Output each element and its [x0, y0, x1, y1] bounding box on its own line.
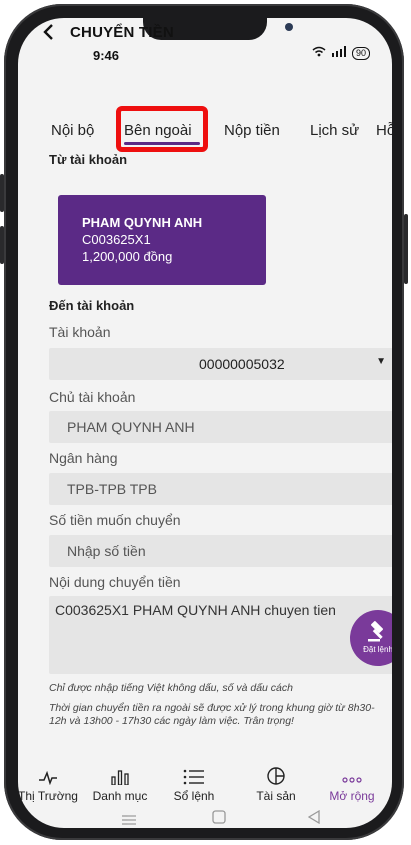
nav-so-lenh-label: Sổ lệnh — [173, 789, 215, 803]
tab-lich-su[interactable]: Lịch sử — [310, 122, 359, 139]
nav-so-lenh[interactable]: Sổ lệnh — [154, 763, 234, 803]
camera — [285, 23, 293, 31]
nav-danh-muc[interactable]: Danh mục — [80, 763, 160, 803]
nav-tai-san-label: Tài sản — [256, 789, 296, 803]
account-label: Tài khoản — [49, 324, 111, 340]
battery-icon: 90 — [351, 46, 370, 60]
status-time: 9:46 — [93, 48, 120, 63]
phone-frame: 9:46 90 CHUYỂN TIỀN Nội bộ Bên ngoài Nộp… — [0, 4, 408, 840]
place-order-label: Đặt lệnh — [363, 645, 392, 654]
from-account-label: Từ tài khoản — [49, 152, 128, 167]
bank-label: Ngân hàng — [49, 450, 118, 466]
power-button — [404, 214, 408, 284]
pulse-icon — [18, 763, 88, 785]
menu-icon[interactable] — [122, 812, 136, 828]
volume-button — [0, 174, 4, 212]
card-account-number: C003625X1 — [82, 232, 151, 247]
bank-field: TPB-TPB TPB — [49, 473, 392, 505]
tab-ho-tro[interactable]: Hỗ — [376, 122, 392, 139]
nav-mo-rong[interactable]: Mở rộng — [312, 763, 392, 803]
account-select[interactable]: 00000005032 ▼ — [49, 348, 392, 380]
content-value: C003625X1 PHAM QUYNH ANH chuyen tien — [55, 602, 336, 618]
page-title: CHUYỂN TIỀN — [70, 24, 174, 41]
to-account-label: Đến tài khoản — [49, 298, 135, 313]
tab-nop-tien[interactable]: Nộp tiền — [224, 122, 280, 139]
home-icon[interactable] — [212, 810, 226, 828]
content-textarea[interactable]: C003625X1 PHAM QUYNH ANH chuyen tien — [49, 596, 392, 674]
signal-icon — [331, 46, 347, 60]
nav-thi-truong-label: Thị Trường — [18, 789, 78, 803]
wifi-icon — [312, 46, 326, 60]
annotation-highlight-box — [116, 106, 208, 152]
list-icon — [154, 763, 234, 785]
app-screen: 9:46 90 CHUYỂN TIỀN Nội bộ Bên ngoài Nộp… — [18, 18, 392, 828]
gavel-icon — [368, 621, 383, 642]
input-hint-note: Chỉ được nhập tiếng Việt không dấu, số v… — [49, 682, 293, 694]
source-account-card[interactable]: PHAM QUYNH ANH C003625X1 1,200,000 đồng — [58, 195, 266, 285]
holder-field: PHAM QUYNH ANH — [49, 411, 392, 443]
processing-time-note: Thời gian chuyển tiền ra ngoài sẽ được x… — [49, 702, 375, 727]
card-account-name: PHAM QUYNH ANH — [82, 215, 203, 230]
volume-button — [0, 226, 4, 264]
nav-mo-rong-label: Mở rộng — [329, 789, 375, 803]
nav-danh-muc-label: Danh mục — [92, 789, 148, 803]
nav-tai-san[interactable]: Tài sản — [236, 763, 316, 803]
tab-noi-bo[interactable]: Nội bộ — [51, 122, 94, 139]
more-icon — [312, 763, 392, 785]
holder-label: Chủ tài khoản — [49, 389, 136, 405]
nav-thi-truong[interactable]: Thị Trường — [18, 763, 88, 803]
pie-icon — [236, 763, 316, 785]
bar-chart-icon — [80, 763, 160, 785]
amount-input[interactable]: Nhập số tiền — [49, 535, 392, 567]
content-label: Nội dung chuyển tiền — [49, 574, 181, 590]
chevron-left-icon — [43, 24, 53, 40]
card-balance: 1,200,000 đồng — [82, 249, 173, 264]
back-button[interactable] — [42, 20, 54, 46]
dropdown-caret-icon: ▼ — [376, 356, 386, 367]
system-navigation-bar — [18, 808, 392, 828]
amount-label: Số tiền muốn chuyển — [49, 512, 181, 528]
status-icons: 90 — [312, 46, 370, 60]
account-select-value: 00000005032 — [199, 356, 285, 372]
back-triangle-icon[interactable] — [307, 809, 320, 828]
